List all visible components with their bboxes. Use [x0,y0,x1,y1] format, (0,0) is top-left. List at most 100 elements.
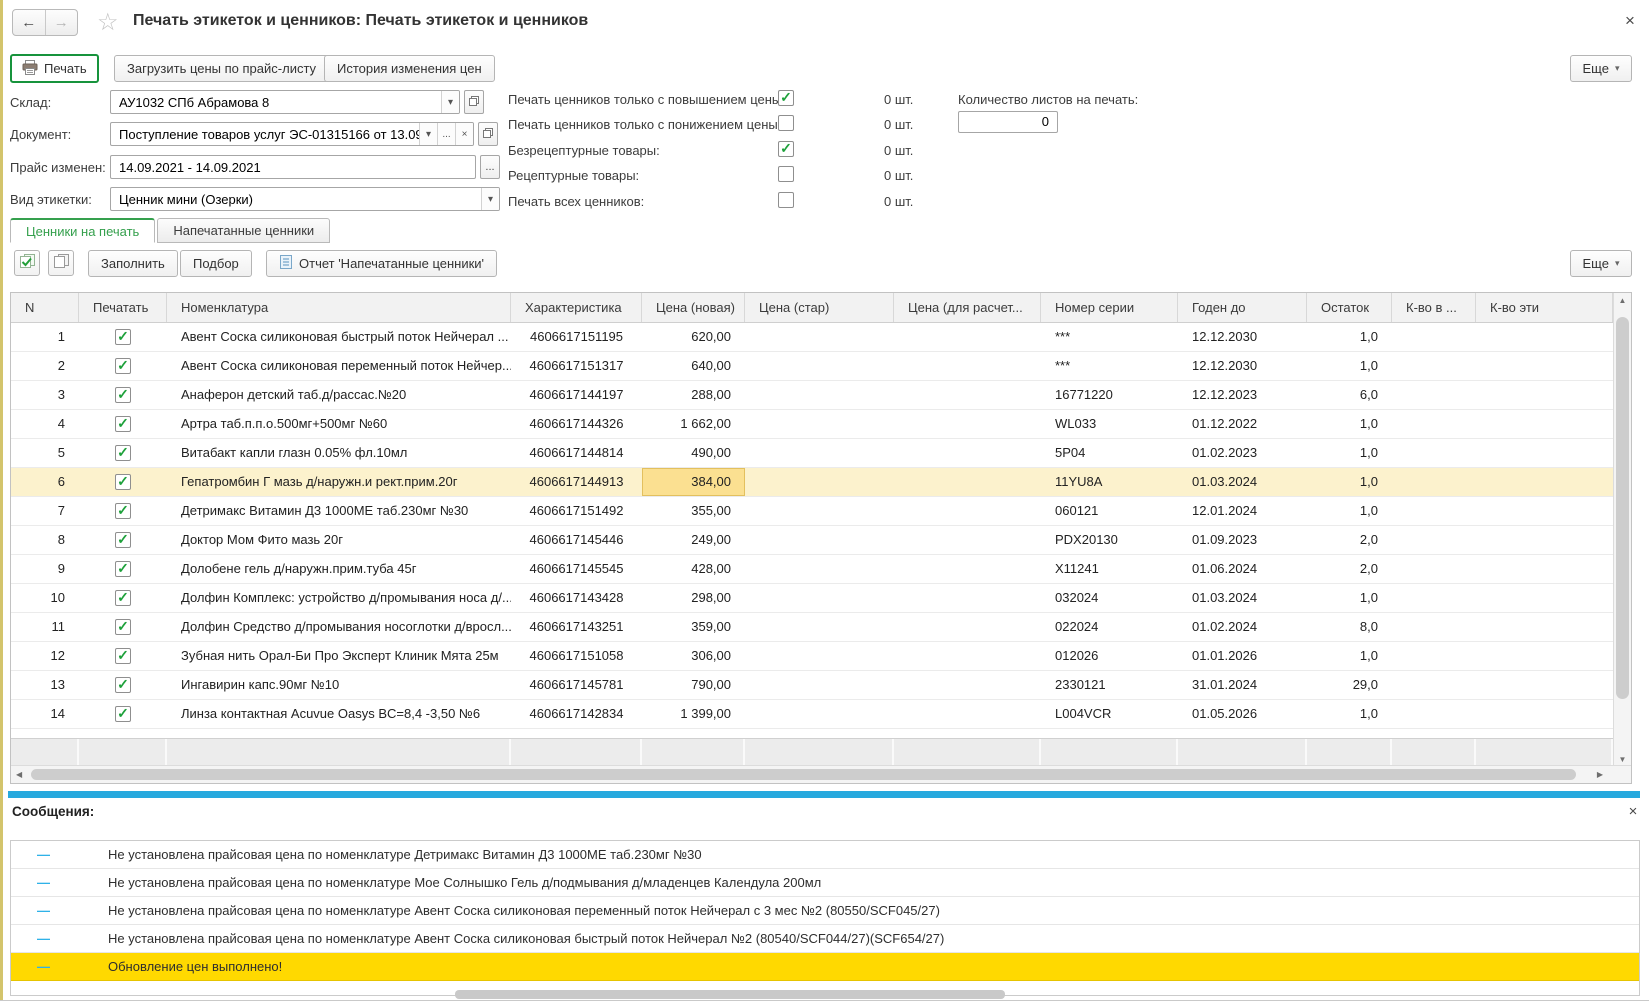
table-row[interactable]: 7✓Детримакс Витамин Д3 1000МЕ таб.230мг … [11,497,1613,526]
table-row[interactable]: 13✓Ингавирин капс.90мг №1046066171457817… [11,671,1613,700]
table-row[interactable]: 6✓Гепатромбин Г мазь д/наружн.и рект.при… [11,468,1613,497]
print-checkbox[interactable]: ✓ [115,619,131,635]
vertical-scrollbar-thumb[interactable] [1616,317,1629,699]
price-history-button[interactable]: История изменения цен [324,55,495,82]
print-checkbox[interactable]: ✓ [115,590,131,606]
chevron-down-icon[interactable]: ▾ [481,188,499,210]
price-history-label: История изменения цен [337,61,482,76]
column-header-name[interactable]: Номенклатура [167,293,511,322]
column-header-series[interactable]: Номер серии [1041,293,1178,322]
table-row[interactable]: 10✓Долфин Комплекс: устройство д/промыва… [11,584,1613,613]
warehouse-field[interactable]: АУ1032 СПб Абрамова 8 ▾ [110,90,460,114]
forward-button[interactable]: → [45,10,78,35]
table-row[interactable]: 4✓Артра таб.п.п.о.500мг+500мг №604606617… [11,410,1613,439]
load-prices-label: Загрузить цены по прайс-листу [127,61,316,76]
table-row[interactable]: 11✓Долфин Средство д/промывания носоглот… [11,613,1613,642]
scroll-right-icon[interactable]: ▶ [1597,770,1603,779]
column-header-qty_labels[interactable]: К-во эти [1476,293,1613,322]
report-button[interactable]: Отчет 'Напечатанные ценники' [266,250,497,277]
table-row[interactable]: 9✓Долобене гель д/наружн.прим.туба 45г46… [11,555,1613,584]
column-header-qty_pack[interactable]: К-во в ... [1392,293,1476,322]
more-button-table[interactable]: Еще ▾ [1570,250,1632,277]
table-row[interactable]: 8✓Доктор Мом Фито мазь 20г46066171454462… [11,526,1613,555]
filter-checkbox[interactable]: ✓ [778,166,794,182]
column-header-price_new[interactable]: Цена (новая) [642,293,745,322]
back-button[interactable]: ← [13,10,45,35]
forward-arrow-icon: → [54,14,69,31]
price-period-choose-button[interactable]: ... [480,155,500,179]
column-header-price_old[interactable]: Цена (стар) [745,293,894,322]
chevron-down-icon[interactable]: ▾ [441,91,459,113]
price-period-field[interactable]: 14.09.2021 - 14.09.2021 [110,155,476,179]
vertical-scrollbar[interactable]: ▲ ▼ [1613,293,1631,767]
filter-checkbox[interactable]: ✓ [778,115,794,131]
tab-printed-price-tags[interactable]: Напечатанные ценники [157,218,330,243]
table-row[interactable]: 3✓Анаферон детский таб.д/рассас.№2046066… [11,381,1613,410]
column-header-sku[interactable]: Характеристика [511,293,642,322]
more-button-top[interactable]: Еще ▾ [1570,55,1632,82]
print-checkbox[interactable]: ✓ [115,648,131,664]
column-header-stock[interactable]: Остаток [1307,293,1392,322]
sheets-count-input[interactable]: 0 [958,111,1058,133]
table-row[interactable]: 2✓Авент Соска силиконовая переменный пот… [11,352,1613,381]
column-header-print[interactable]: Печатать [79,293,167,322]
print-checkbox[interactable]: ✓ [115,358,131,374]
load-prices-button[interactable]: Загрузить цены по прайс-листу [114,55,329,82]
footer-cell-price_calc [894,739,1041,767]
tab-price-tags-to-print[interactable]: Ценники на печать [10,218,155,243]
print-checkbox[interactable]: ✓ [115,445,131,461]
chevron-down-icon[interactable]: ▾ [419,123,437,145]
scroll-left-icon[interactable]: ◀ [16,770,22,779]
cell-series: 022024 [1041,613,1178,641]
horizontal-scrollbar-thumb[interactable] [31,769,1576,780]
message-row[interactable]: — Обновление цен выполнено! [11,953,1639,981]
close-icon[interactable]: × [1620,11,1640,31]
print-button[interactable]: Печать [10,54,99,83]
column-header-n[interactable]: N [11,293,79,322]
clear-icon[interactable]: × [455,123,473,145]
message-row[interactable]: — Не установлена прайсовая цена по номен… [11,841,1639,869]
filter-checkbox[interactable]: ✓ [778,90,794,106]
cell-series: *** [1041,323,1178,351]
document-field[interactable]: Поступление товаров услуг ЭС-01315166 от… [110,122,474,146]
column-header-valid_to[interactable]: Годен до [1178,293,1307,322]
fill-button[interactable]: Заполнить [88,250,178,277]
message-row[interactable]: — Не установлена прайсовая цена по номен… [11,925,1639,953]
scroll-up-icon[interactable]: ▲ [1614,296,1631,305]
check-icon: ✓ [117,416,129,430]
print-checkbox[interactable]: ✓ [115,329,131,345]
print-checkbox[interactable]: ✓ [115,677,131,693]
check-all-button[interactable] [14,250,40,276]
message-row[interactable]: — Не установлена прайсовая цена по номен… [11,869,1639,897]
print-checkbox[interactable]: ✓ [115,387,131,403]
table-row[interactable]: 12✓Зубная нить Орал-Би Про Эксперт Клини… [11,642,1613,671]
favorite-star-icon[interactable]: ☆ [97,8,119,37]
messages-close-icon[interactable]: × [1624,803,1642,821]
warehouse-open-button[interactable] [464,90,484,114]
print-checkbox[interactable]: ✓ [115,503,131,519]
column-header-price_calc[interactable]: Цена (для расчет... [894,293,1041,322]
pick-button[interactable]: Подбор [180,250,252,277]
print-checkbox[interactable]: ✓ [115,706,131,722]
scroll-down-icon[interactable]: ▼ [1614,755,1631,764]
message-row[interactable]: — Не установлена прайсовая цена по номен… [11,897,1639,925]
filter-count: 0 шт. [884,194,913,209]
filter-checkbox[interactable]: ✓ [778,141,794,157]
label-type-field[interactable]: Ценник мини (Озерки) ▾ [110,187,500,211]
uncheck-all-button[interactable] [48,250,74,276]
horizontal-scrollbar[interactable]: ◀ ▶ [11,765,1631,783]
message-text: Не установлена прайсовая цена по номенкл… [108,931,944,946]
print-checkbox[interactable]: ✓ [115,416,131,432]
filter-checkbox[interactable]: ✓ [778,192,794,208]
message-text: Не установлена прайсовая цена по номенкл… [108,847,702,862]
document-open-button[interactable] [478,122,498,146]
messages-scrollbar-thumb[interactable] [455,990,1005,999]
table-row[interactable]: 5✓Витабакт капли глазн 0.05% фл.10мл4606… [11,439,1613,468]
print-checkbox[interactable]: ✓ [115,561,131,577]
table-row[interactable]: 14✓Линза контактная Acuvue Oasys BC=8,4 … [11,700,1613,729]
print-checkbox[interactable]: ✓ [115,532,131,548]
table-row[interactable]: 1✓Авент Соска силиконовая быстрый поток … [11,323,1613,352]
cell-stock: 1,0 [1307,468,1392,496]
choose-icon[interactable]: ... [437,123,455,145]
print-checkbox[interactable]: ✓ [115,474,131,490]
